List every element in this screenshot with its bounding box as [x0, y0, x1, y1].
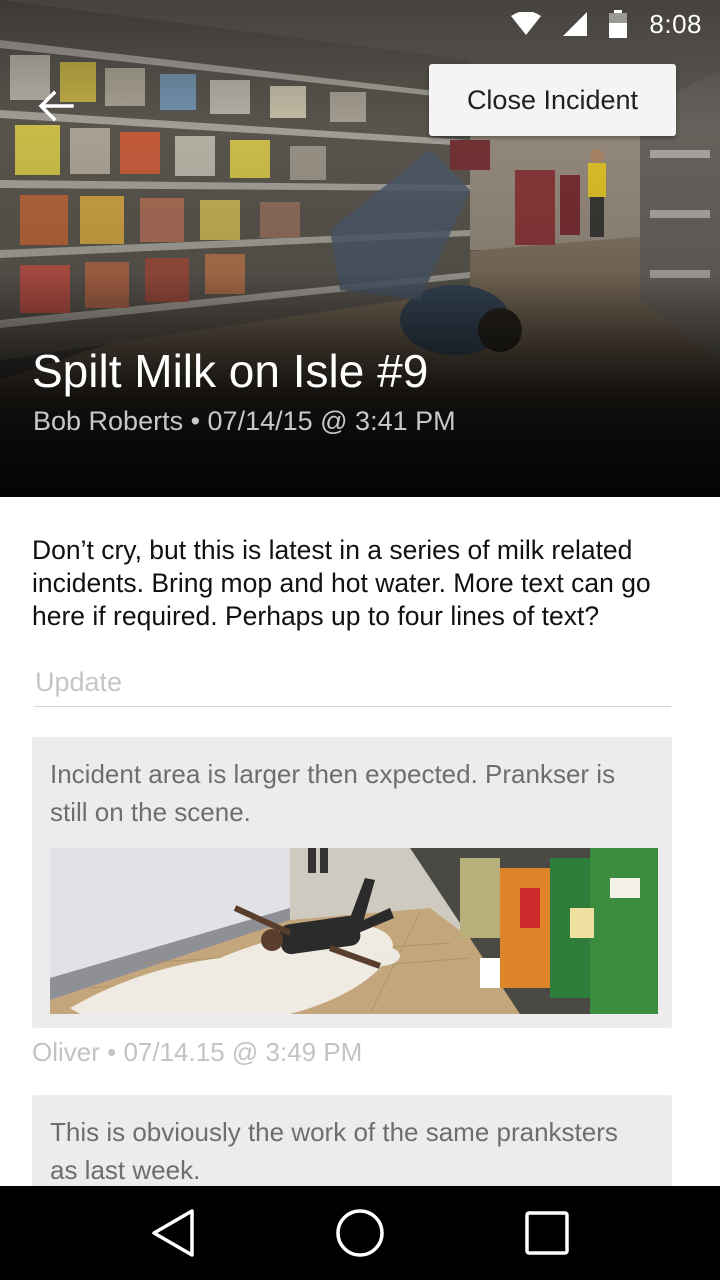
incident-meta: Bob Roberts • 07/14/15 @ 3:41 PM: [33, 406, 456, 436]
update-meta: Oliver • 07/14.15 @ 3:49 PM: [32, 1037, 363, 1067]
update-image: [50, 848, 658, 1014]
cell-signal-icon: [563, 12, 588, 36]
nav-recents-button[interactable]: [502, 1188, 592, 1278]
square-recents-icon: [524, 1211, 569, 1255]
arrow-left-icon: [38, 90, 74, 122]
hero-header: 8:08 Close Incident Spilt Milk on Isle #…: [0, 0, 720, 497]
update-text: Incident area is larger then expected. P…: [50, 759, 616, 827]
update-input[interactable]: [34, 660, 671, 704]
nav-home-button[interactable]: [315, 1188, 405, 1278]
incident-title: Spilt Milk on Isle #9: [32, 345, 429, 397]
update-photo[interactable]: [50, 848, 658, 1014]
incident-detail-screen: 8:08 Close Incident Spilt Milk on Isle #…: [0, 0, 720, 1280]
update-field[interactable]: [34, 660, 671, 707]
status-time: 8:08: [649, 8, 702, 39]
incident-description: Don’t cry, but this is latest in a serie…: [32, 535, 651, 631]
triangle-back-icon: [152, 1209, 195, 1257]
circle-home-icon: [336, 1209, 384, 1257]
battery-icon: [609, 10, 628, 38]
status-bar: 8:08: [0, 0, 720, 48]
back-button[interactable]: [28, 78, 84, 134]
update-text: This is obviously the work of the same p…: [50, 1117, 618, 1185]
system-nav-bar: [0, 1186, 720, 1280]
nav-back-button[interactable]: [128, 1188, 218, 1278]
close-incident-button[interactable]: Close Incident: [429, 64, 676, 136]
update-card: Incident area is larger then expected. P…: [32, 737, 672, 1028]
wifi-icon: [511, 12, 542, 36]
